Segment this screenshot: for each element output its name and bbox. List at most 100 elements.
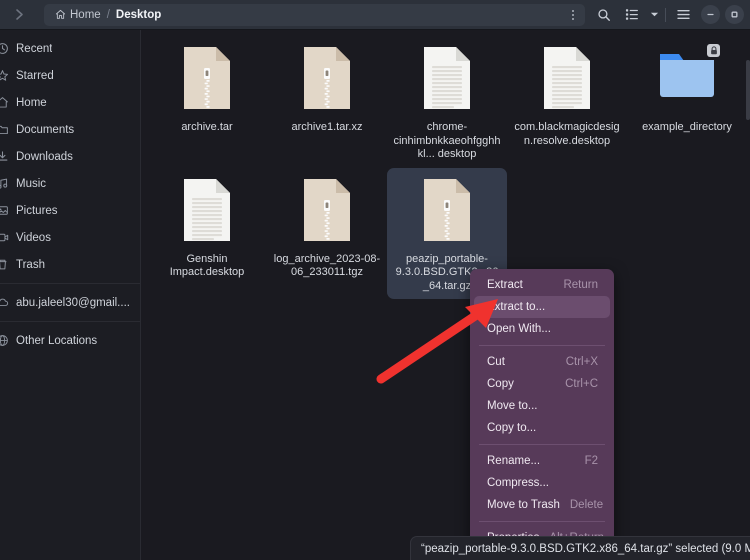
path-menu-button[interactable]: [564, 5, 582, 25]
header-bar: Home / Desktop: [0, 0, 750, 30]
music-folder-icon: [0, 177, 10, 191]
document-file-icon: [540, 44, 594, 112]
menu-separator: [479, 444, 605, 445]
sidebar-divider: [0, 283, 140, 284]
file-name-label: chrome-cinhimbnkkaeohfgghhkl... desktop: [393, 121, 501, 162]
star-icon: [0, 69, 10, 83]
menu-separator: [479, 521, 605, 522]
sidebar-divider: [0, 321, 140, 322]
sidebar-item-other-locations[interactable]: Other Locations: [0, 327, 140, 354]
menu-separator: [479, 345, 605, 346]
sidebar-item-label: Videos: [16, 232, 51, 244]
file-name-label: log_archive_2023-08-06_233011.tgz: [273, 253, 381, 280]
menu-item-label: Move to...: [487, 400, 538, 412]
menu-item-label: Compress...: [487, 477, 549, 489]
menu-item-extract[interactable]: ExtractReturn: [474, 274, 610, 296]
menu-item-extract-to[interactable]: Extract to...: [474, 296, 610, 318]
sidebar-item-recent[interactable]: Recent: [0, 35, 140, 62]
pictures-folder-icon: [0, 204, 10, 218]
sidebar-item-home[interactable]: Home: [0, 89, 140, 116]
menu-item-move-to[interactable]: Move to...: [474, 395, 610, 417]
sidebar-item-label: Pictures: [16, 205, 58, 217]
file-manager-window: Home / Desktop: [0, 0, 750, 560]
cloud-account-icon: [0, 296, 10, 310]
view-mode-button[interactable]: [619, 3, 645, 27]
archive-file-icon: [420, 176, 474, 244]
search-icon: [597, 8, 611, 22]
navigate-back-button[interactable]: [6, 4, 32, 26]
chevron-down-icon: [650, 11, 659, 18]
menu-item-label: Copy: [487, 378, 514, 390]
hamburger-menu-icon: [676, 8, 691, 21]
file-item[interactable]: log_archive_2023-08-06_233011.tgz: [267, 168, 387, 300]
file-item[interactable]: chrome-cinhimbnkkaeohfgghhkl... desktop: [387, 36, 507, 168]
menu-item-cut[interactable]: CutCtrl+X: [474, 351, 610, 373]
maximize-button[interactable]: [725, 5, 744, 24]
file-item[interactable]: example_directory: [627, 36, 747, 168]
menu-item-accelerator: Ctrl+C: [565, 378, 598, 390]
menu-item-label: Move to Trash: [487, 499, 560, 511]
sidebar-item-label: Documents: [16, 124, 74, 136]
videos-folder-icon: [0, 231, 10, 245]
file-item[interactable]: Genshin Impact.desktop: [147, 168, 267, 300]
sidebar-item-label: Music: [16, 178, 46, 190]
sidebar-item-documents[interactable]: Documents: [0, 116, 140, 143]
menu-item-rename[interactable]: Rename... F2: [474, 450, 610, 472]
search-button[interactable]: [591, 3, 617, 27]
menu-item-open-with[interactable]: Open With...: [474, 318, 610, 340]
archive-file-icon: [180, 44, 234, 112]
breadcrumb-separator: /: [104, 9, 113, 21]
menu-item-compress[interactable]: Compress...: [474, 472, 610, 494]
menu-item-label: Rename...: [487, 455, 540, 467]
file-item[interactable]: com.blackmagicdesign.resolve.desktop: [507, 36, 627, 168]
minimize-button[interactable]: [701, 5, 720, 24]
view-mode-dropdown[interactable]: [647, 3, 661, 27]
sidebar-item-downloads[interactable]: Downloads: [0, 143, 140, 170]
menu-item-move-to-trash[interactable]: Move to Trash Delete: [474, 494, 610, 516]
file-name-label: example_directory: [633, 121, 741, 135]
menu-item-label: Extract to...: [487, 301, 545, 313]
menu-item-accelerator: F2: [585, 455, 598, 467]
file-icon: [656, 44, 718, 116]
breadcrumb-current[interactable]: Desktop: [113, 6, 164, 24]
sidebar-item-pictures[interactable]: Pictures: [0, 197, 140, 224]
header-toolbar: [591, 3, 744, 27]
main-menu-button[interactable]: [670, 3, 696, 27]
network-icon: [0, 334, 10, 348]
sidebar-item-label: Trash: [16, 259, 45, 271]
menu-item-accelerator: Delete: [570, 499, 603, 511]
file-list-view[interactable]: archive.tar archive1.tar.xz chrome-cinhi…: [141, 30, 750, 560]
sidebar-item-label: Other Locations: [16, 335, 97, 347]
file-icon: [176, 44, 238, 116]
documents-folder-icon: [0, 123, 10, 137]
sidebar-item-trash[interactable]: Trash: [0, 251, 140, 278]
sidebar-item-starred[interactable]: Starred: [0, 62, 140, 89]
menu-item-label: Cut: [487, 356, 505, 368]
file-icon: [416, 44, 478, 116]
breadcrumb-current-label: Desktop: [116, 6, 161, 24]
breadcrumb-home[interactable]: Home: [52, 6, 104, 24]
status-bar: “peazip_portable-9.3.0.BSD.GTK2.x86_64.t…: [410, 536, 750, 560]
sidebar-item-music[interactable]: Music: [0, 170, 140, 197]
file-icon: [296, 44, 358, 116]
sidebar-item-label: abu.jaleel30@gmail....: [16, 297, 130, 309]
lock-badge-icon: [707, 44, 720, 57]
sidebar-item-videos[interactable]: Videos: [0, 224, 140, 251]
toolbar-divider: [665, 8, 666, 22]
menu-item-copy[interactable]: Copy Ctrl+C: [474, 373, 610, 395]
file-grid: archive.tar archive1.tar.xz chrome-cinhi…: [141, 30, 750, 299]
context-menu[interactable]: ExtractReturn Extract to... Open With... Cu…: [470, 269, 614, 554]
archive-file-icon: [300, 44, 354, 112]
sidebar-item-account[interactable]: abu.jaleel30@gmail....: [0, 289, 140, 316]
chevron-right-icon: [14, 8, 25, 21]
file-icon: [296, 176, 358, 248]
file-item[interactable]: archive1.tar.xz: [267, 36, 387, 168]
breadcrumb-home-label: Home: [70, 6, 101, 24]
path-bar[interactable]: Home / Desktop: [44, 4, 585, 26]
file-item[interactable]: archive.tar: [147, 36, 267, 168]
maximize-icon: [730, 10, 739, 19]
menu-item-accelerator: Return: [563, 279, 598, 291]
menu-item-copy-to[interactable]: Copy to...: [474, 417, 610, 439]
sidebar-item-label: Starred: [16, 70, 54, 82]
home-icon: [0, 96, 10, 110]
